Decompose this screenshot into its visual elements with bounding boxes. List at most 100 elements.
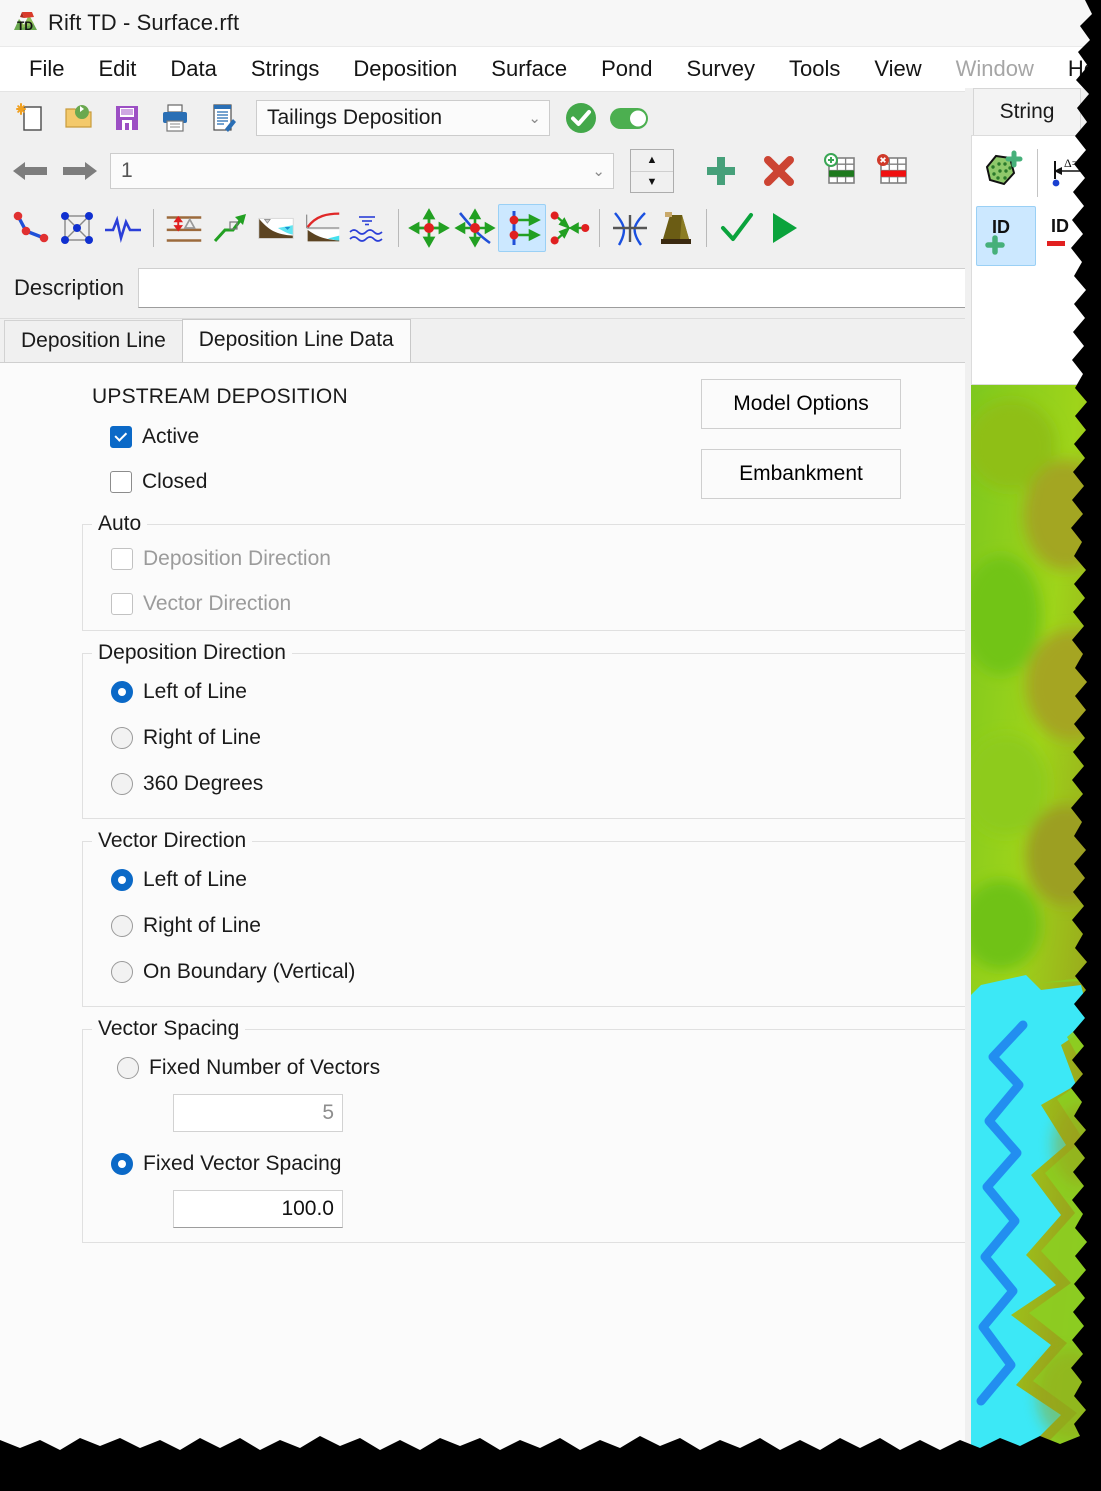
fixed-vector-spacing-option[interactable]: Fixed Vector Spacing <box>111 1152 1072 1176</box>
tab-strip: Deposition Line Deposition Line Data <box>0 319 1101 363</box>
fixed-number-of-vectors-input[interactable]: 5 <box>173 1094 343 1132</box>
menu-help[interactable]: Help <box>1051 53 1101 85</box>
elevation-layers-icon[interactable] <box>161 205 207 251</box>
deposition-direction-radio-right[interactable] <box>111 727 133 749</box>
water-waves-icon[interactable] <box>345 205 391 251</box>
menu-file[interactable]: File <box>12 53 81 85</box>
deposition-direction-option-right[interactable]: Right of Line <box>111 726 1072 750</box>
deposition-direction-radio-360[interactable] <box>111 773 133 795</box>
plus-icon[interactable] <box>698 148 744 194</box>
menu-strings[interactable]: Strings <box>234 53 336 85</box>
add-id-icon[interactable]: ID <box>976 206 1036 266</box>
auto-deposition-direction-checkbox <box>111 548 133 570</box>
green-check-circle-icon[interactable] <box>558 95 604 141</box>
fixed-vector-spacing-radio[interactable] <box>111 1153 133 1175</box>
closed-checkbox-row[interactable]: Closed <box>110 470 1101 494</box>
accept-check-icon[interactable] <box>714 205 760 251</box>
active-checkbox[interactable] <box>110 426 132 448</box>
toolbar-separator <box>599 209 600 247</box>
active-checkbox-row[interactable]: Active <box>110 425 1101 449</box>
terrain-elevation-map[interactable] <box>971 385 1101 1491</box>
fixed-number-of-vectors-radio[interactable] <box>117 1057 139 1079</box>
run-play-icon[interactable] <box>760 205 806 251</box>
save-disk-icon[interactable] <box>104 95 150 141</box>
vector-direction-radio-right[interactable] <box>111 915 133 937</box>
stepper-down-icon[interactable]: ▼ <box>631 172 673 193</box>
toolbar-row-file: Tailings Deposition ⌄ <box>0 92 1101 144</box>
tab-deposition-line[interactable]: Deposition Line <box>4 320 183 362</box>
embankment-icon[interactable] <box>653 205 699 251</box>
menu-surface[interactable]: Surface <box>474 53 584 85</box>
vector-direction-radio-boundary[interactable] <box>111 961 133 983</box>
waveform-icon[interactable] <box>100 205 146 251</box>
vector-direction-option-left[interactable]: Left of Line <box>111 868 1072 892</box>
menu-tools[interactable]: Tools <box>772 53 857 85</box>
string-panel-tab[interactable]: String <box>973 88 1081 135</box>
move-along-line-icon[interactable] <box>452 205 498 251</box>
green-toggle-on-icon[interactable] <box>606 95 652 141</box>
menu-survey[interactable]: Survey <box>670 53 772 85</box>
record-number-combo[interactable]: 1 ⌄ <box>110 153 614 189</box>
tab-deposition-line-data[interactable]: Deposition Line Data <box>181 319 411 362</box>
deposition-direction-option-360[interactable]: 360 Degrees <box>111 772 1072 796</box>
fixed-vector-spacing-input[interactable]: 100.0 <box>173 1190 343 1228</box>
auto-vector-direction-checkbox <box>111 593 133 615</box>
auto-group: Auto Deposition Direction Vector Directi… <box>82 512 1073 631</box>
auto-deposition-direction-label: Deposition Direction <box>143 547 331 570</box>
add-polygon-surface-icon[interactable] <box>976 144 1034 202</box>
red-x-icon[interactable] <box>756 148 802 194</box>
deposition-direction-label-360: 360 Degrees <box>143 772 264 795</box>
vector-direction-option-right[interactable]: Right of Line <box>111 914 1072 938</box>
menu-deposition[interactable]: Deposition <box>336 53 474 85</box>
vector-direction-label-right: Right of Line <box>143 914 261 937</box>
vector-direction-group: Vector Direction Left of Line Right of L… <box>82 829 1073 1007</box>
table-delete-row-icon[interactable] <box>870 148 916 194</box>
vector-direction-label-left: Left of Line <box>143 868 247 891</box>
vector-direction-group-title: Vector Direction <box>92 829 253 853</box>
menu-bar: File Edit Data Strings Deposition Surfac… <box>0 47 1101 92</box>
table-add-row-icon[interactable] <box>818 148 864 194</box>
closed-checkbox[interactable] <box>110 471 132 493</box>
deposition-line-data-panel: UPSTREAM DEPOSITION Active Closed Model … <box>0 363 1101 1485</box>
slope-arrow-icon[interactable] <box>207 205 253 251</box>
deposition-direction-option-left[interactable]: Left of Line <box>111 680 1072 704</box>
record-stepper[interactable]: ▲ ▼ <box>630 149 674 193</box>
deposition-direction-radio-left[interactable] <box>111 681 133 703</box>
deposition-direction-group: Deposition Direction Left of Line Right … <box>82 641 1073 819</box>
remove-id-icon[interactable]: ID <box>1036 206 1094 264</box>
menu-data[interactable]: Data <box>153 53 233 85</box>
app-terrain-td-icon: TD <box>10 8 40 38</box>
arrow-left-icon[interactable] <box>8 148 54 194</box>
fixed-number-of-vectors-option[interactable]: Fixed Number of Vectors <box>117 1056 1072 1080</box>
stepper-up-icon[interactable]: ▲ <box>631 150 673 172</box>
deposition-mode-combo[interactable]: Tailings Deposition ⌄ <box>256 100 550 136</box>
deposition-direction-label-left: Left of Line <box>143 680 247 703</box>
description-input[interactable] <box>138 268 1089 308</box>
menu-view[interactable]: View <box>857 53 938 85</box>
beach-profile-icon[interactable] <box>253 205 299 251</box>
split-segment-icon[interactable] <box>546 205 592 251</box>
auto-group-title: Auto <box>92 512 148 536</box>
deposition-line-vectors-icon[interactable] <box>498 204 546 252</box>
record-number-value: 1 <box>121 159 133 182</box>
window-title: Rift TD - Surface.rft <box>48 10 240 35</box>
model-options-button[interactable]: Model Options <box>701 379 901 429</box>
new-file-icon[interactable] <box>8 95 54 141</box>
page-title: UPSTREAM DEPOSITION <box>92 385 348 408</box>
vector-direction-radio-left[interactable] <box>111 869 133 891</box>
chevron-down-icon: ⌄ <box>528 110 541 127</box>
beach-curve-chart-icon[interactable] <box>299 205 345 251</box>
menu-edit[interactable]: Edit <box>81 53 153 85</box>
delta-offset-icon[interactable]: Δ=0 <box>1041 144 1099 202</box>
open-folder-icon[interactable] <box>56 95 102 141</box>
edit-document-icon[interactable] <box>200 95 246 141</box>
move-node-icon[interactable] <box>406 205 452 251</box>
mesh-nodes-icon[interactable] <box>54 205 100 251</box>
print-icon[interactable] <box>152 95 198 141</box>
arrow-right-icon[interactable] <box>56 148 102 194</box>
vector-direction-option-boundary[interactable]: On Boundary (Vertical) <box>111 960 1072 984</box>
embankment-button[interactable]: Embankment <box>701 449 901 499</box>
polyline-points-icon[interactable] <box>8 205 54 251</box>
menu-pond[interactable]: Pond <box>584 53 669 85</box>
contour-cross-icon[interactable] <box>607 205 653 251</box>
